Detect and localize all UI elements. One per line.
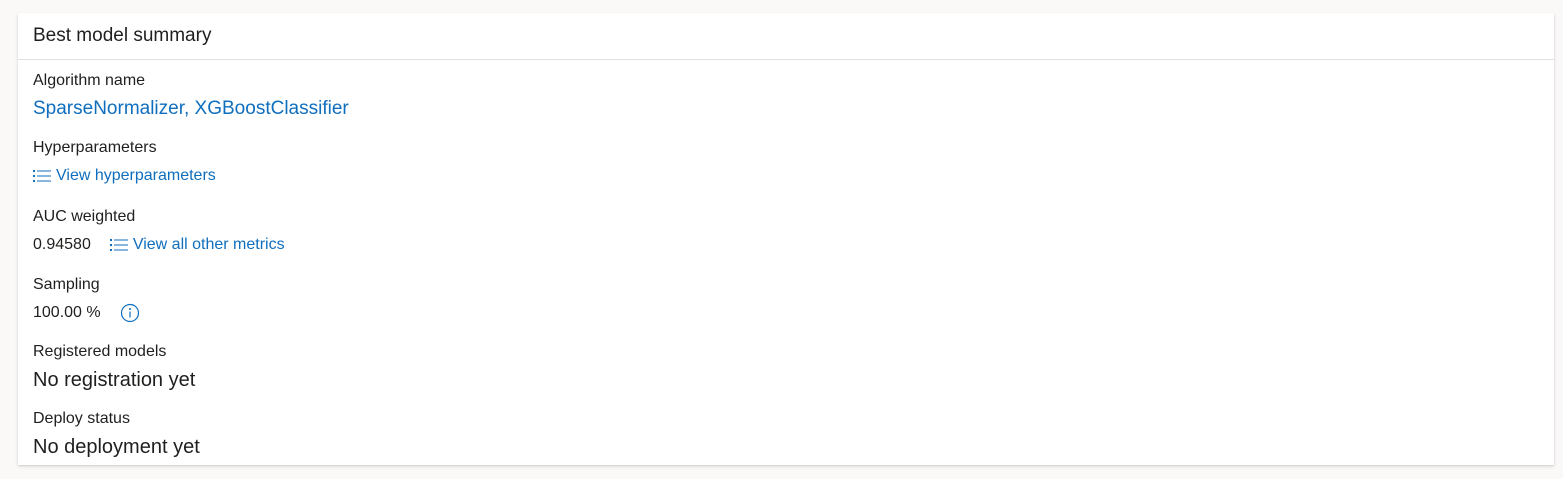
registered-models-value: No registration yet: [33, 369, 196, 391]
registered-models-field: Registered models No registration yet: [33, 342, 195, 392]
sampling-field: Sampling 100.00 %: [33, 275, 140, 323]
sampling-label: Sampling: [33, 276, 100, 293]
bulleted-list-icon: [109, 239, 128, 251]
view-hyperparameters-label: View hyperparameters: [56, 167, 216, 184]
view-hyperparameters-link[interactable]: View hyperparameters: [33, 166, 216, 186]
card-title: Best model summary: [33, 25, 212, 46]
card-header: Best model summary: [18, 13, 1554, 60]
sampling-value: 100.00 %: [33, 304, 101, 321]
best-model-summary-card: Best model summary Algorithm name Sparse…: [18, 13, 1554, 465]
metric-value: 0.94580: [33, 236, 91, 253]
registered-models-label: Registered models: [33, 343, 167, 360]
deploy-status-field: Deploy status No deployment yet: [33, 409, 200, 459]
hyperparameters-field: Hyperparameters View hyperparameters: [33, 138, 216, 186]
deploy-status-label: Deploy status: [33, 410, 130, 427]
deploy-status-value: No deployment yet: [33, 436, 200, 458]
algorithm-label: Algorithm name: [33, 72, 146, 89]
metric-label: AUC weighted: [33, 208, 136, 225]
info-icon[interactable]: [120, 303, 140, 323]
view-all-metrics-link[interactable]: View all other metrics: [109, 235, 285, 255]
view-all-metrics-label: View all other metrics: [132, 236, 285, 253]
hyperparameters-label: Hyperparameters: [33, 139, 157, 156]
metric-field: AUC weighted 0.94580 View all other metr…: [33, 207, 285, 255]
bulleted-list-icon: [33, 170, 51, 182]
algorithm-link[interactable]: SparseNormalizer, XGBoostClassifier: [33, 97, 349, 121]
algorithm-field: Algorithm name SparseNormalizer, XGBoost…: [33, 71, 349, 121]
